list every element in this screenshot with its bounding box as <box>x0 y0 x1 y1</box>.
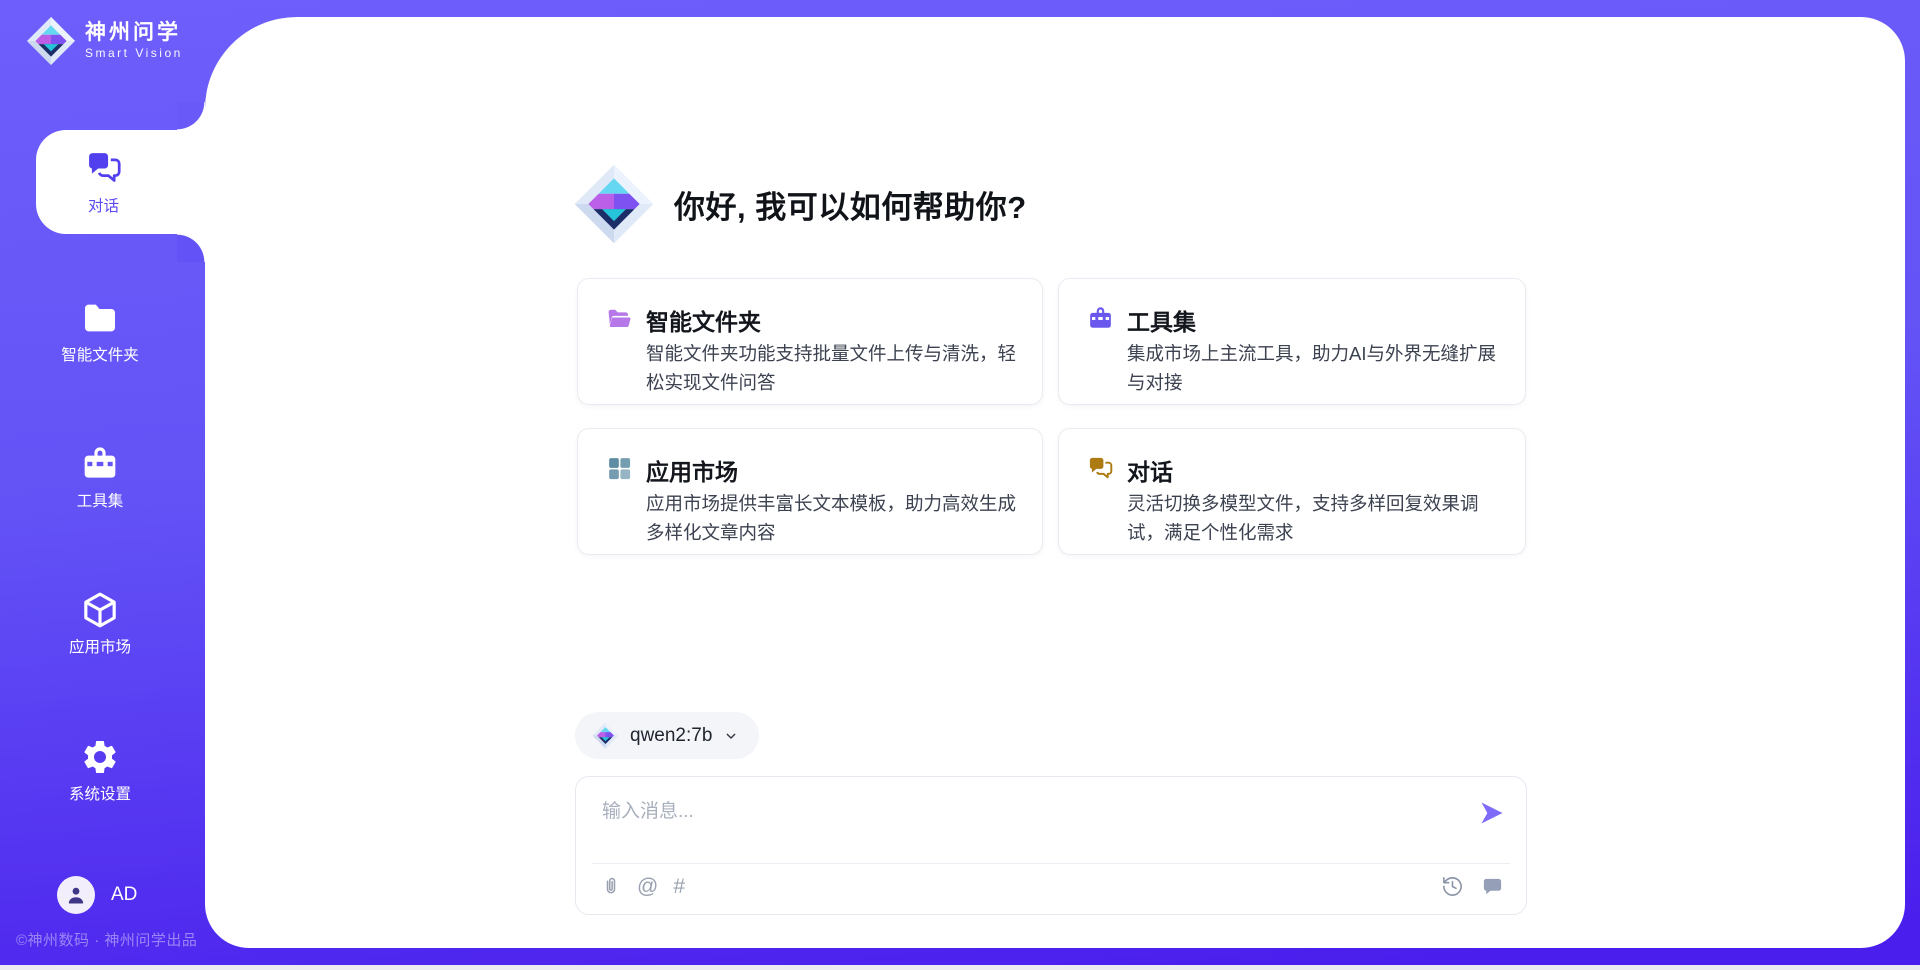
sidebar-item-settings[interactable]: 系统设置 <box>30 737 170 804</box>
at-icon: @ <box>637 875 658 899</box>
chat-mode-button[interactable] <box>1481 875 1504 898</box>
app-window: 神州问学 Smart Vision 对话 智能文件夹 <box>0 0 1920 970</box>
history-icon <box>1441 875 1464 898</box>
diamond-logo-icon <box>573 163 655 245</box>
gear-icon <box>80 737 120 777</box>
sidebar-item-smart-folder[interactable]: 智能文件夹 <box>30 298 170 365</box>
history-button[interactable] <box>1441 875 1464 898</box>
bottom-edge-strip <box>0 965 1920 970</box>
chat-filled-icon <box>1481 875 1504 898</box>
message-composer: @ # <box>575 776 1527 915</box>
card-description: 智能文件夹功能支持批量文件上传与清洗，轻松实现文件问答 <box>646 339 1020 397</box>
topic-button[interactable]: # <box>673 875 685 899</box>
grid-icon <box>606 455 633 482</box>
diamond-logo-icon <box>26 16 76 66</box>
card-description: 集成市场上主流工具，助力AI与外界无缝扩展与对接 <box>1127 339 1503 397</box>
card-description: 应用市场提供丰富长文本模板，助力高效生成多样化文章内容 <box>646 489 1020 547</box>
user-profile[interactable]: AD <box>57 876 137 914</box>
feature-card-smart-folder[interactable]: 智能文件夹 智能文件夹功能支持批量文件上传与清洗，轻松实现文件问答 <box>577 278 1043 405</box>
attach-file-button[interactable] <box>600 876 622 898</box>
cube-icon <box>80 590 120 630</box>
sidebar-item-label: 工具集 <box>77 489 124 511</box>
chat-bubbles-icon <box>1087 455 1114 482</box>
card-description: 灵活切换多模型文件，支持多样回复效果调试，满足个性化需求 <box>1127 489 1503 547</box>
feature-card-toolset[interactable]: 工具集 集成市场上主流工具，助力AI与外界无缝扩展与对接 <box>1058 278 1526 405</box>
avatar <box>57 876 95 914</box>
toolbox-icon <box>1087 305 1114 332</box>
model-selector[interactable]: qwen2:7b <box>575 712 759 759</box>
chat-bubbles-icon <box>85 149 123 187</box>
sidebar-item-chat[interactable]: 对话 <box>36 130 205 234</box>
sidebar-item-label: 智能文件夹 <box>61 343 139 365</box>
feature-card-chat[interactable]: 对话 灵活切换多模型文件，支持多样回复效果调试，满足个性化需求 <box>1058 428 1526 555</box>
tab-fillet-bottom <box>177 234 205 262</box>
card-title: 工具集 <box>1127 303 1196 337</box>
greeting-section: 你好, 我可以如何帮助你? <box>573 163 1027 245</box>
card-title: 应用市场 <box>646 453 738 487</box>
toolbox-icon <box>80 444 120 484</box>
hash-icon: # <box>673 875 685 899</box>
sidebar-item-label: 应用市场 <box>69 635 131 657</box>
brand-name-cn: 神州问学 <box>85 21 183 44</box>
sidebar-item-label: 系统设置 <box>69 782 131 804</box>
diamond-logo-icon <box>592 722 619 749</box>
card-title: 对话 <box>1127 453 1173 487</box>
sidebar-item-toolset[interactable]: 工具集 <box>30 444 170 511</box>
greeting-title: 你好, 我可以如何帮助你? <box>674 182 1027 227</box>
send-icon <box>1478 799 1506 827</box>
copyright-text: ©神州数码 · 神州问学出品 <box>16 929 197 950</box>
chevron-down-icon <box>723 728 739 744</box>
card-title: 智能文件夹 <box>646 303 761 337</box>
sidebar-item-label: 对话 <box>88 194 119 216</box>
brand-name-en: Smart Vision <box>85 47 183 60</box>
send-button[interactable] <box>1478 799 1506 827</box>
composer-divider <box>592 863 1510 864</box>
folder-open-icon <box>606 305 633 332</box>
brand-logo[interactable]: 神州问学 Smart Vision <box>26 16 183 66</box>
sidebar-item-app-market[interactable]: 应用市场 <box>30 590 170 657</box>
user-initials: AD <box>111 884 137 906</box>
message-input[interactable] <box>600 791 1444 833</box>
feature-cards: 智能文件夹 智能文件夹功能支持批量文件上传与清洗，轻松实现文件问答 工具集 集成… <box>577 278 1526 555</box>
model-name: qwen2:7b <box>630 725 712 747</box>
folder-icon <box>80 298 120 338</box>
mention-button[interactable]: @ <box>637 875 658 899</box>
person-icon <box>64 883 88 907</box>
paperclip-icon <box>600 876 622 898</box>
feature-card-app-market[interactable]: 应用市场 应用市场提供丰富长文本模板，助力高效生成多样化文章内容 <box>577 428 1043 555</box>
tab-fillet-top <box>177 102 205 130</box>
